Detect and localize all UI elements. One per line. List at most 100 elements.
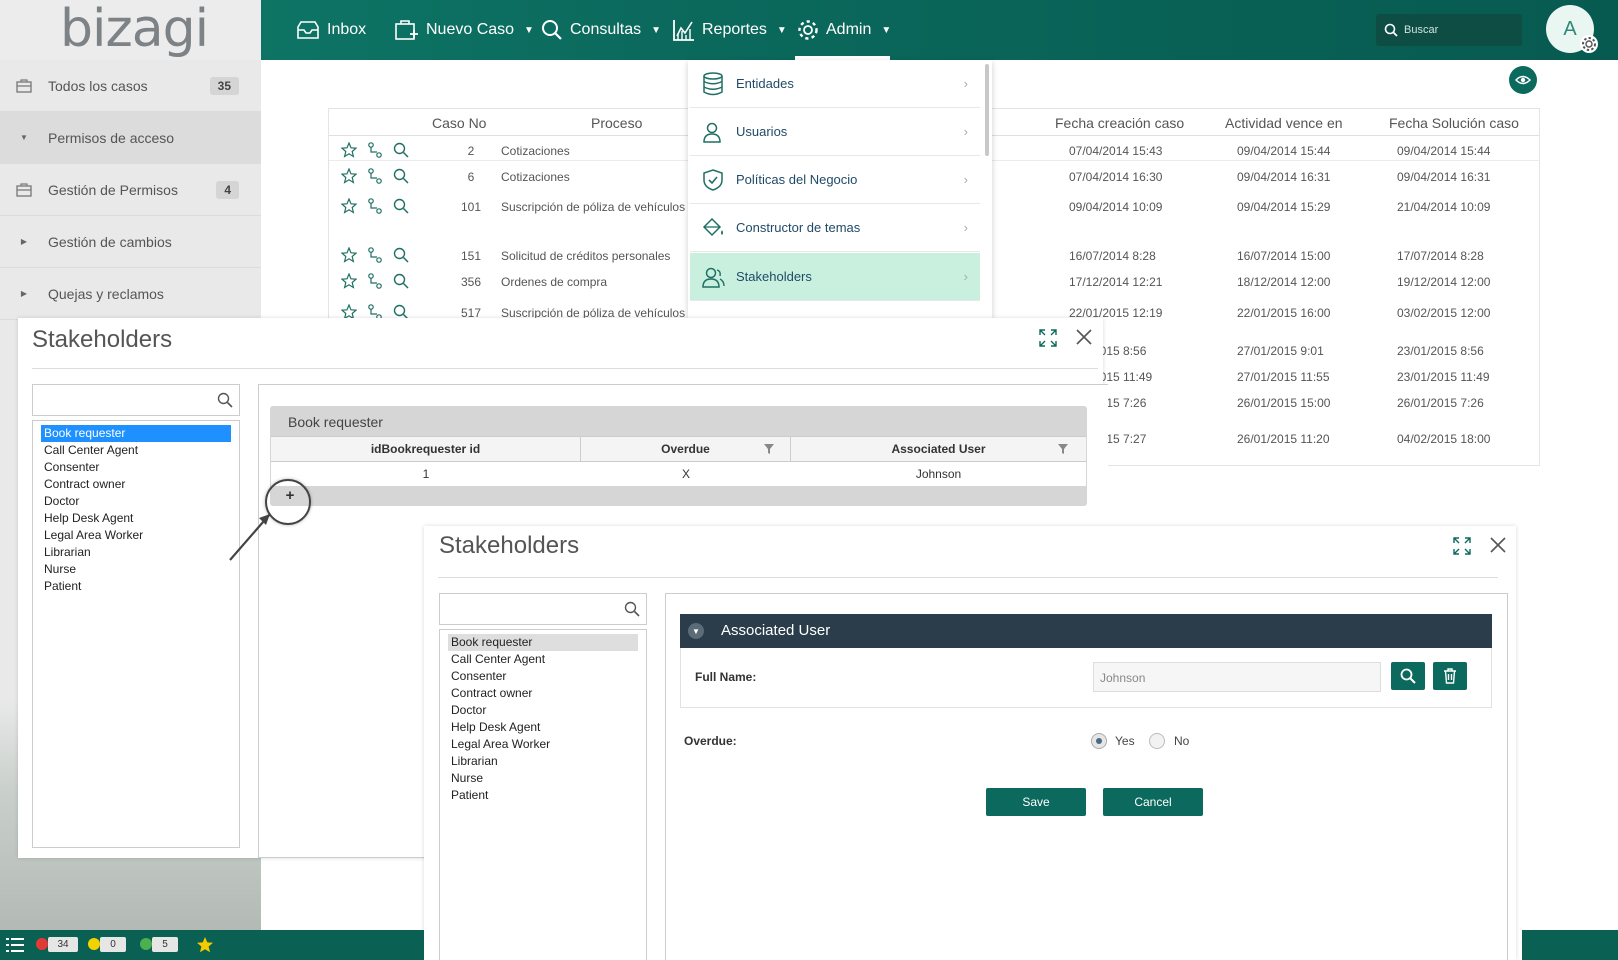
menu-item-stakeholders[interactable]: Stakeholders › <box>690 253 980 301</box>
list-item[interactable]: Doctor <box>41 493 231 510</box>
sidebar-item-permisos-de-acceso[interactable]: ▼ Permisos de acceso <box>0 112 261 164</box>
star-icon[interactable] <box>196 936 214 954</box>
list-item[interactable]: Nurse <box>41 561 231 578</box>
col-header-id[interactable]: idBookrequester id <box>271 437 581 461</box>
menu-scrollbar[interactable] <box>985 64 989 156</box>
search-icon[interactable] <box>393 273 409 289</box>
list-item[interactable]: Legal Area Worker <box>448 736 638 753</box>
settings-gear-icon[interactable] <box>1580 35 1598 53</box>
col-header-fecha-creacion[interactable]: Fecha creación caso <box>1055 115 1184 131</box>
cell-fecha-solucion: 09/04/2014 15:44 <box>1397 144 1491 158</box>
col-header-associated-user[interactable]: Associated User <box>791 437 1086 461</box>
table-row[interactable]: 1 X Johnson <box>271 462 1086 486</box>
collapse-icon[interactable]: ▼ <box>688 623 704 639</box>
col-header-actividad-vence[interactable]: Actividad vence en <box>1225 115 1343 131</box>
view-toggle-button[interactable] <box>1509 66 1537 94</box>
list-item[interactable]: Patient <box>41 578 231 595</box>
menu-item-constructor-de-temas[interactable]: Constructor de temas › <box>690 204 980 252</box>
global-search-input[interactable]: Buscar <box>1376 14 1522 46</box>
sidebar-item-todos-los-casos[interactable]: Todos los casos 35 <box>0 60 261 112</box>
associated-user-section-header[interactable]: ▼ Associated User <box>680 614 1492 648</box>
green-count-badge[interactable]: 5 <box>152 937 178 952</box>
cell-fecha-solucion: 09/04/2014 16:31 <box>1397 170 1491 184</box>
maximize-icon[interactable] <box>1452 536 1472 556</box>
star-outline-icon[interactable] <box>341 247 357 263</box>
nav-inbox[interactable]: Inbox <box>295 14 366 46</box>
star-outline-icon[interactable] <box>341 198 357 214</box>
search-icon[interactable] <box>393 247 409 263</box>
list-item[interactable]: Doctor <box>448 702 638 719</box>
list-item[interactable]: Call Center Agent <box>41 442 231 459</box>
star-outline-icon[interactable] <box>341 142 357 158</box>
list-item[interactable]: Help Desk Agent <box>41 510 231 527</box>
col-header-caso-no[interactable]: Caso No <box>432 115 486 131</box>
stakeholder-search-input[interactable] <box>32 384 240 416</box>
save-button[interactable]: Save <box>986 788 1086 816</box>
search-icon[interactable] <box>393 198 409 214</box>
overdue-yes-radio[interactable] <box>1091 733 1107 749</box>
list-item[interactable]: Help Desk Agent <box>448 719 638 736</box>
list-item[interactable]: Contract owner <box>448 685 638 702</box>
sidebar-item-gestion-de-permisos[interactable]: Gestión de Permisos 4 <box>0 164 261 216</box>
col-header-fecha-solucion[interactable]: Fecha Solución caso <box>1389 115 1519 131</box>
grid-header-row: idBookrequester id Overdue Associated Us… <box>271 436 1086 462</box>
list-item[interactable]: Consenter <box>448 668 638 685</box>
close-icon[interactable] <box>1075 328 1093 346</box>
bizagi-logo[interactable]: bizagi <box>60 0 209 60</box>
maximize-icon[interactable] <box>1038 328 1058 348</box>
list-item[interactable]: Librarian <box>41 544 231 561</box>
star-outline-icon[interactable] <box>341 168 357 184</box>
star-outline-icon[interactable] <box>341 273 357 289</box>
workflow-icon[interactable] <box>367 198 383 214</box>
list-item[interactable]: Book requester <box>41 425 231 442</box>
list-item[interactable]: Nurse <box>448 770 638 787</box>
list-item[interactable]: Patient <box>448 787 638 804</box>
workflow-icon[interactable] <box>367 247 383 263</box>
col-header-overdue[interactable]: Overdue <box>581 437 791 461</box>
workflow-icon[interactable] <box>367 142 383 158</box>
overdue-no-radio[interactable] <box>1149 733 1165 749</box>
nav-nuevo-caso[interactable]: Nuevo Caso ▼ <box>394 14 534 46</box>
search-icon[interactable] <box>393 168 409 184</box>
nav-consultas[interactable]: Consultas ▼ <box>540 14 661 46</box>
menu-list-icon[interactable] <box>6 938 24 952</box>
sidebar-item-label: Quejas y reclamos <box>48 285 164 302</box>
green-status-dot <box>140 938 152 950</box>
list-item[interactable]: Book requester <box>448 634 638 651</box>
workflow-icon[interactable] <box>367 273 383 289</box>
menu-item-politicas-del-negocio[interactable]: Políticas del Negocio › <box>690 156 980 204</box>
workflow-icon[interactable] <box>367 168 383 184</box>
filter-icon[interactable] <box>1057 443 1069 455</box>
full-name-field[interactable]: Johnson <box>1093 662 1381 692</box>
chevron-right-icon: › <box>963 124 968 139</box>
yellow-count-badge[interactable]: 0 <box>100 937 126 952</box>
nav-reportes[interactable]: Reportes ▼ <box>672 14 787 46</box>
cell-associated-user: Johnson <box>915 467 962 481</box>
radio-selected-dot <box>1096 738 1102 744</box>
cell-case-no: 101 <box>460 200 482 214</box>
list-item[interactable]: Legal Area Worker <box>41 527 231 544</box>
sidebar-item-quejas-y-reclamos[interactable]: ▶ Quejas y reclamos <box>0 268 261 320</box>
list-item[interactable]: Call Center Agent <box>448 651 638 668</box>
col-header-proceso[interactable]: Proceso <box>591 115 642 131</box>
menu-item-usuarios[interactable]: Usuarios › <box>690 108 980 156</box>
search-user-button[interactable] <box>1391 662 1425 690</box>
cell-actividad-vence: 27/01/2015 11:55 <box>1237 370 1330 384</box>
filter-icon[interactable] <box>763 443 775 455</box>
stakeholder-search-input[interactable] <box>439 593 647 625</box>
red-count-badge[interactable]: 34 <box>48 937 78 952</box>
yellow-status-dot <box>88 938 100 950</box>
search-icon[interactable] <box>393 142 409 158</box>
nav-nuevo-caso-label: Nuevo Caso <box>426 21 515 38</box>
cancel-button[interactable]: Cancel <box>1103 788 1203 816</box>
close-icon[interactable] <box>1489 536 1507 554</box>
sidebar-item-gestion-de-cambios[interactable]: ▶ Gestión de cambios <box>0 216 261 268</box>
menu-item-entidades[interactable]: Entidades › <box>690 60 980 108</box>
database-icon <box>690 71 736 96</box>
delete-user-button[interactable] <box>1433 662 1467 690</box>
list-item[interactable]: Consenter <box>41 459 231 476</box>
list-item[interactable]: Librarian <box>448 753 638 770</box>
list-item[interactable]: Contract owner <box>41 476 231 493</box>
nav-admin[interactable]: Admin ▼ <box>796 14 891 46</box>
admin-dropdown-menu: Entidades › Usuarios › Políticas del Neg… <box>688 60 992 318</box>
